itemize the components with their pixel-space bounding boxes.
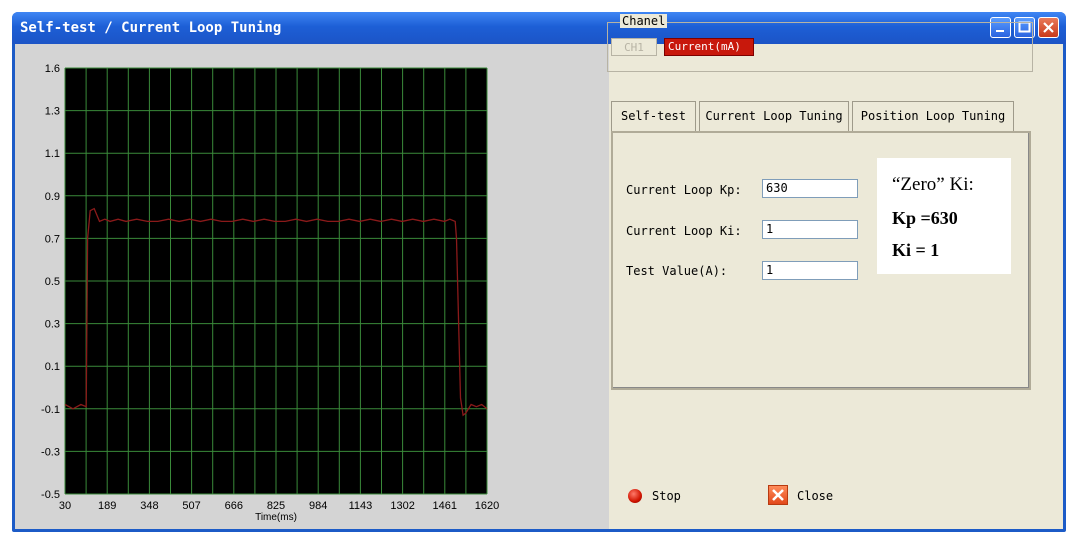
- note-line-1: “Zero” Ki:: [892, 174, 974, 195]
- y-tick-label: 0.5: [45, 276, 60, 288]
- x-icon: [772, 489, 784, 501]
- y-tick-label: -0.1: [41, 404, 60, 416]
- y-tick-label: 1.1: [45, 148, 60, 160]
- x-tick-label: 1143: [349, 500, 373, 512]
- x-tick-label: 30: [59, 500, 71, 512]
- note-line-2: Kp =630: [892, 208, 958, 228]
- y-tick-label: 0.9: [45, 191, 60, 203]
- y-tick-label: -0.3: [41, 446, 60, 458]
- close-action-icon[interactable]: [768, 485, 788, 505]
- x-tick-label: 1620: [475, 500, 499, 512]
- x-tick-label: 1302: [390, 500, 414, 512]
- current-plot: 1.6 1.3 1.1 0.9 0.7 0.5 0.3 0.1 -0.1 -0.3 -0.530 18…: [41, 63, 499, 523]
- close-label[interactable]: Close: [797, 489, 833, 503]
- window-title: Self-test / Current Loop Tuning: [20, 20, 282, 36]
- close-icon: [1043, 22, 1054, 33]
- x-tick-label: 1461: [433, 500, 457, 512]
- ki-input[interactable]: 1: [762, 220, 858, 239]
- test-value-input[interactable]: 1: [762, 261, 858, 280]
- stop-icon[interactable]: [628, 489, 642, 503]
- current-channel-button[interactable]: Current(mA): [664, 38, 754, 56]
- stop-label[interactable]: Stop: [652, 489, 681, 503]
- tab-position-loop-tuning[interactable]: Position Loop Tuning: [852, 101, 1014, 131]
- y-tick-label: -0.5: [41, 489, 60, 501]
- y-tick-label: 1.6: [45, 63, 60, 75]
- kp-input[interactable]: 630: [762, 179, 858, 198]
- test-value-label: Test Value(A):: [626, 264, 728, 278]
- channel-group-label: Chanel: [620, 14, 668, 28]
- x-axis-label: Time(ms): [255, 512, 297, 523]
- tab-self-test[interactable]: Self-test: [611, 101, 696, 131]
- tab-current-loop-tuning[interactable]: Current Loop Tuning: [699, 101, 849, 131]
- x-tick-label: 825: [267, 500, 285, 512]
- x-tick-label: 348: [140, 500, 158, 512]
- annotation-note: “Zero” Ki: Kp =630 Ki = 1: [877, 158, 1011, 274]
- x-tick-label: 189: [98, 500, 116, 512]
- y-tick-label: 1.3: [45, 106, 60, 118]
- x-tick-label: 666: [225, 500, 243, 512]
- x-tick-label: 507: [182, 500, 200, 512]
- y-tick-label: 0.7: [45, 233, 60, 245]
- y-tick-label: 0.1: [45, 361, 60, 373]
- ch1-button[interactable]: CH1: [611, 38, 657, 56]
- y-tick-label: 0.3: [45, 319, 60, 331]
- close-window-button[interactable]: [1038, 17, 1059, 38]
- note-line-3: Ki = 1: [892, 240, 940, 260]
- x-tick-label: 984: [309, 500, 327, 512]
- ki-label: Current Loop Ki:: [626, 224, 742, 238]
- kp-label: Current Loop Kp:: [626, 183, 742, 197]
